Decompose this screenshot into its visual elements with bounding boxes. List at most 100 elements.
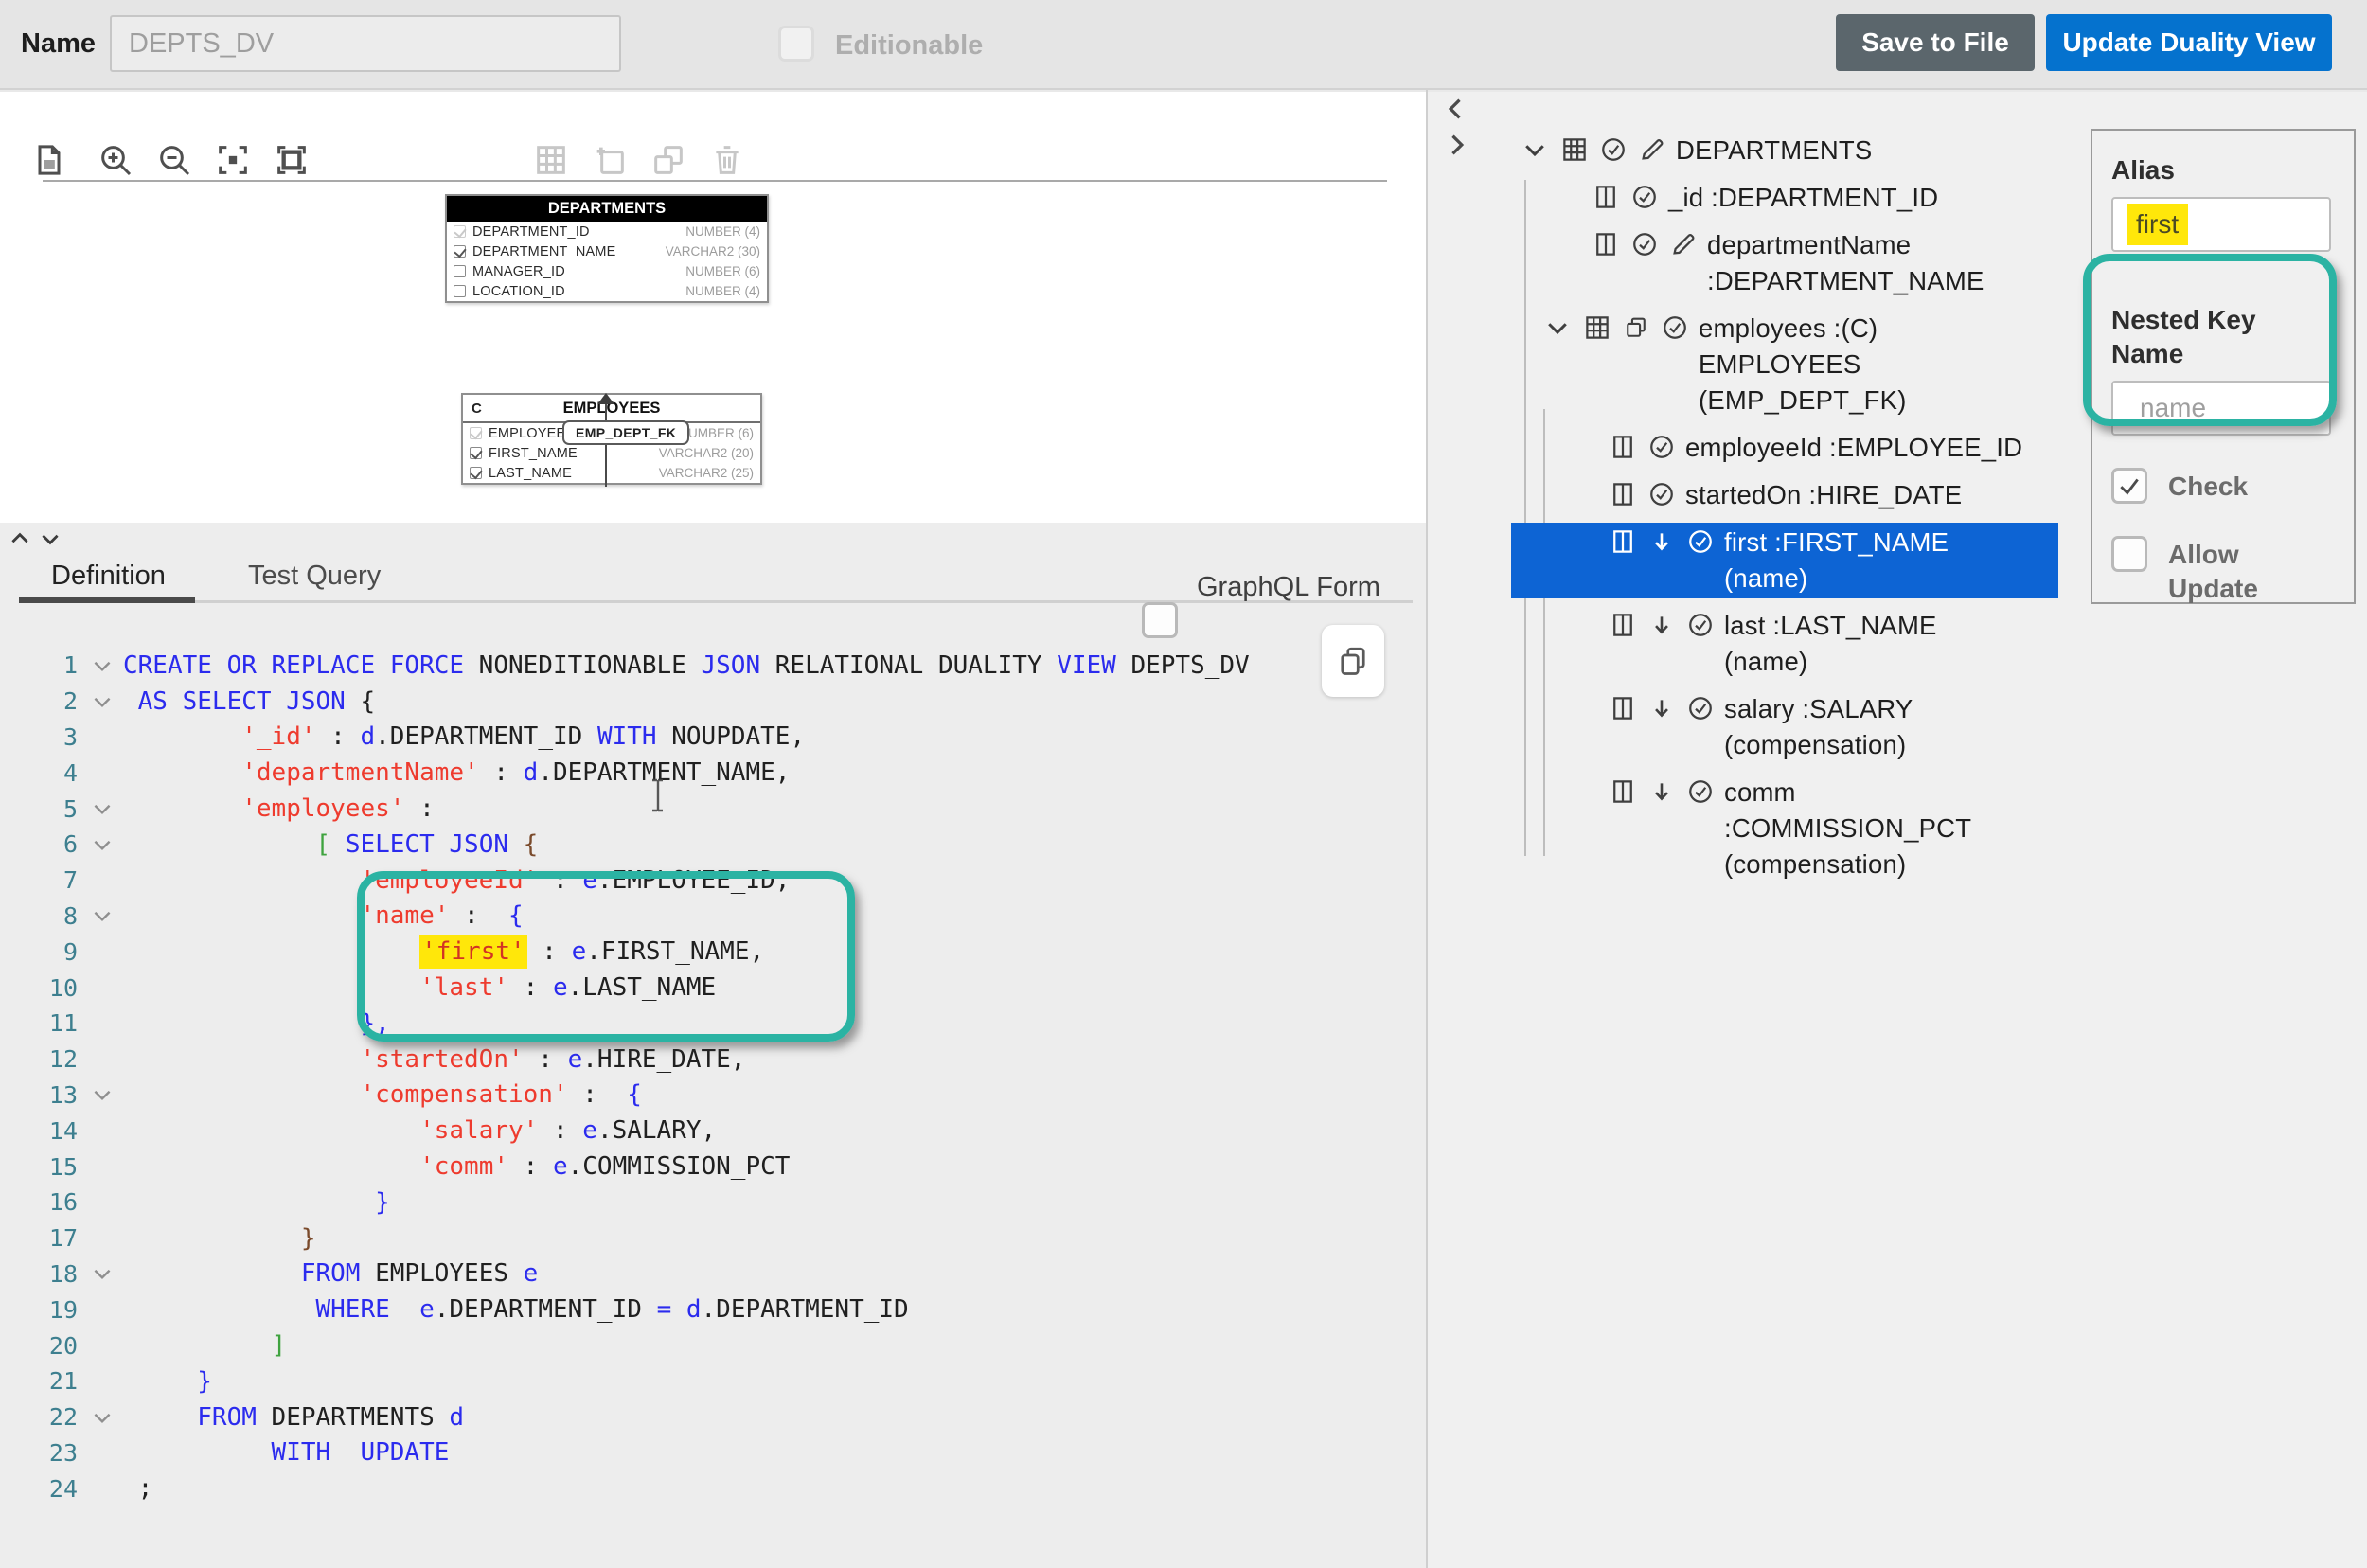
bring-front-icon[interactable] — [648, 139, 689, 181]
trash-icon[interactable] — [706, 139, 748, 181]
view-name-input[interactable]: DEPTS_DV — [110, 15, 621, 72]
fold-chevron-icon[interactable] — [81, 653, 123, 678]
line-number: 8 — [21, 902, 81, 930]
code-line[interactable]: 23 WITH UPDATE — [21, 1435, 1327, 1471]
nested-key-name-label: Nested Key Name — [2111, 303, 2301, 371]
code-token: [ — [316, 830, 331, 859]
grid-icon[interactable] — [530, 139, 572, 181]
fit-selection-icon[interactable] — [212, 139, 254, 181]
code-line[interactable]: 22 FROM DEPARTMENTS d — [21, 1399, 1327, 1435]
tree-item-employees[interactable]: employees :(C)EMPLOYEES(EMP_DEPT_FK) — [1511, 309, 2058, 420]
fold-chevron-icon[interactable] — [81, 1261, 123, 1286]
highlighted-token: 'first' — [419, 935, 527, 969]
code-text: }, — [123, 1009, 390, 1038]
tab-definition[interactable]: Definition — [51, 561, 166, 592]
code-token: d — [686, 1295, 702, 1324]
chevron-down-icon[interactable] — [1541, 311, 1574, 345]
tree-item-last[interactable]: last :LAST_NAME(name) — [1511, 606, 2058, 682]
zoom-in-icon[interactable] — [95, 139, 136, 181]
tree-item-departmentName[interactable]: departmentName:DEPARTMENT_NAME — [1511, 225, 2058, 301]
code-line[interactable]: 9 'first' : e.FIRST_NAME, — [21, 934, 1327, 970]
fold-chevron-icon[interactable] — [81, 689, 123, 714]
sql-code-editor[interactable]: 1CREATE OR REPLACE FORCE NONEDITIONABLE … — [21, 648, 1327, 1506]
collapse-down-icon[interactable] — [38, 526, 62, 551]
fold-chevron-icon[interactable] — [81, 1082, 123, 1107]
code-token: NOUPDATE, — [657, 722, 806, 751]
graphql-form-checkbox[interactable] — [1142, 602, 1178, 638]
tree-item-comm[interactable]: comm:COMMISSION_PCT(compensation) — [1511, 773, 2058, 884]
column-checkbox[interactable] — [454, 285, 466, 297]
fit-screen-icon[interactable] — [271, 139, 312, 181]
code-token: e — [524, 1259, 539, 1288]
code-line[interactable]: 1CREATE OR REPLACE FORCE NONEDITIONABLE … — [21, 648, 1327, 684]
code-line[interactable]: 14 'salary' : e.SALARY, — [21, 1113, 1327, 1149]
chevron-right-icon[interactable] — [1443, 131, 1469, 159]
tree-item-label: DEPARTMENTS — [1676, 133, 1872, 169]
tree-item-first[interactable]: first :FIRST_NAME(name) — [1511, 523, 2058, 598]
code-line[interactable]: 5 'employees' : — [21, 791, 1327, 827]
tree-item-departments[interactable]: DEPARTMENTS — [1511, 131, 2058, 170]
column-type: VARCHAR2 (25) — [659, 466, 754, 480]
line-number: 9 — [21, 938, 81, 966]
fold-chevron-icon[interactable] — [81, 903, 123, 928]
code-line[interactable]: 18 FROM EMPLOYEES e — [21, 1256, 1327, 1292]
column-checkbox[interactable] — [454, 265, 466, 277]
alias-input[interactable]: first — [2111, 197, 2331, 252]
fold-chevron-icon[interactable] — [81, 1405, 123, 1430]
nested-key-name-input[interactable]: name — [2111, 381, 2331, 436]
code-line[interactable]: 12 'startedOn' : e.HIRE_DATE, — [21, 1042, 1327, 1078]
column-checkbox[interactable] — [470, 447, 482, 459]
column-checkbox[interactable] — [470, 467, 482, 479]
tree-item-label: departmentName:DEPARTMENT_NAME — [1707, 227, 1984, 299]
column-name: LOCATION_ID — [472, 284, 565, 299]
code-token: .DEPARTMENT_ID — [702, 1295, 909, 1324]
code-token: .HIRE_DATE, — [582, 1045, 745, 1074]
code-line[interactable]: 24 ; — [21, 1470, 1327, 1506]
tab-test-query[interactable]: Test Query — [248, 561, 381, 592]
code-line[interactable]: 21 } — [21, 1363, 1327, 1399]
code-token: EMPLOYEES — [360, 1259, 523, 1288]
code-line[interactable]: 6 [ SELECT JSON { — [21, 827, 1327, 863]
allow-update-checkbox[interactable] — [2111, 536, 2147, 572]
save-to-file-button[interactable]: Save to File — [1836, 14, 2035, 71]
tree-item-id-field[interactable]: _id :DEPARTMENT_ID — [1511, 178, 2058, 218]
chevron-left-icon[interactable] — [1443, 95, 1469, 123]
check-circle-icon — [1685, 691, 1716, 725]
collapse-up-icon[interactable] — [8, 526, 32, 551]
export-image-icon[interactable] — [28, 139, 70, 181]
tree-item-employeeId[interactable]: employeeId :EMPLOYEE_ID — [1511, 428, 2058, 468]
check-checkbox[interactable] — [2111, 468, 2147, 504]
update-duality-view-button[interactable]: Update Duality View — [2046, 14, 2332, 71]
chevron-down-icon[interactable] — [1519, 133, 1551, 167]
code-line[interactable]: 10 'last' : e.LAST_NAME — [21, 970, 1327, 1006]
tree-item-salary[interactable]: salary :SALARY(compensation) — [1511, 689, 2058, 765]
code-token: e — [553, 1152, 568, 1181]
code-line[interactable]: 15 'comm' : e.COMMISSION_PCT — [21, 1149, 1327, 1185]
copy-code-button[interactable] — [1322, 625, 1384, 697]
code-line[interactable]: 4 'departmentName' : d.DEPARTMENT_NAME, — [21, 755, 1327, 791]
code-line[interactable]: 17 } — [21, 1221, 1327, 1256]
alias-label: Alias — [2111, 153, 2335, 187]
code-token: : — [524, 1045, 568, 1074]
tree-item-startedOn[interactable]: startedOn :HIRE_DATE — [1511, 475, 2058, 515]
code-line[interactable]: 20 ] — [21, 1327, 1327, 1363]
column-checkbox[interactable] — [454, 225, 466, 238]
code-token — [123, 1009, 360, 1038]
code-line[interactable]: 3 '_id' : d.DEPARTMENT_ID WITH NOUPDATE, — [21, 720, 1327, 756]
editionable-checkbox[interactable] — [778, 26, 814, 62]
code-line[interactable]: 2 AS SELECT JSON { — [21, 684, 1327, 720]
zoom-out-icon[interactable] — [153, 139, 195, 181]
code-line[interactable]: 19 WHERE e.DEPARTMENT_ID = d.DEPARTMENT_… — [21, 1292, 1327, 1327]
code-line[interactable]: 8 'name' : { — [21, 899, 1327, 935]
add-table-icon[interactable] — [589, 139, 631, 181]
code-token: VIEW — [1057, 651, 1116, 680]
table-column-row: LOCATION_IDNUMBER (4) — [447, 281, 767, 301]
column-checkbox[interactable] — [470, 427, 482, 439]
code-line[interactable]: 7 'employeeId' : e.EMPLOYEE_ID, — [21, 863, 1327, 899]
code-line[interactable]: 13 'compensation' : { — [21, 1078, 1327, 1114]
fold-chevron-icon[interactable] — [81, 796, 123, 821]
code-line[interactable]: 11 }, — [21, 1006, 1327, 1042]
code-line[interactable]: 16 } — [21, 1185, 1327, 1221]
fold-chevron-icon[interactable] — [81, 832, 123, 857]
column-checkbox[interactable] — [454, 245, 466, 258]
